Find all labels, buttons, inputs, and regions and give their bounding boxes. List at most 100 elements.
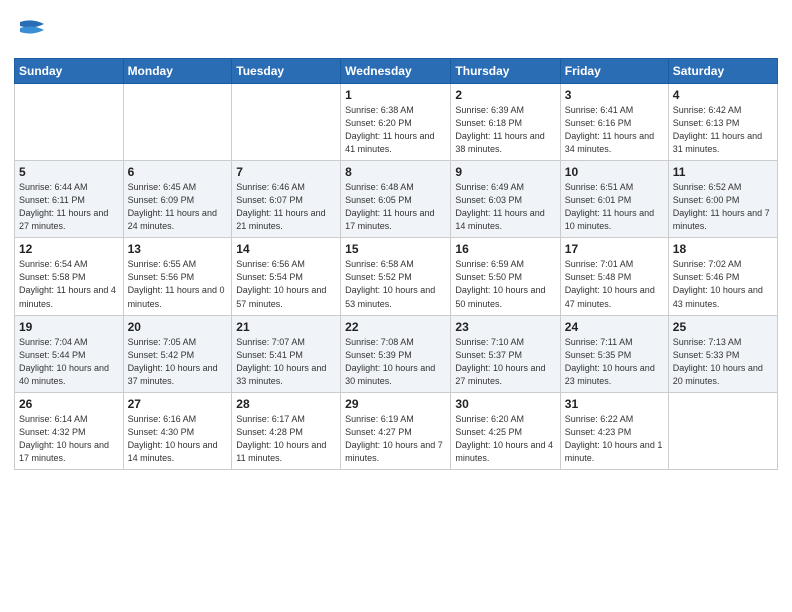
day-number: 23 (455, 320, 555, 334)
day-info: Sunrise: 6:59 AM Sunset: 5:50 PM Dayligh… (455, 258, 555, 310)
calendar-day-cell: 7 Sunrise: 6:46 AM Sunset: 6:07 PM Daylig… (232, 161, 341, 238)
day-info: Sunrise: 6:49 AM Sunset: 6:03 PM Dayligh… (455, 181, 555, 233)
calendar-day-cell: 26 Sunrise: 6:14 AM Sunset: 4:32 PM Dayli… (15, 392, 124, 469)
header (14, 10, 778, 52)
day-info: Sunrise: 6:45 AM Sunset: 6:09 PM Dayligh… (128, 181, 228, 233)
day-number: 16 (455, 242, 555, 256)
calendar-week-row: 1Sunrise: 6:38 AM Sunset: 6:20 PM Daylig… (15, 84, 778, 161)
day-info: Sunrise: 6:14 AM Sunset: 4:32 PM Dayligh… (19, 413, 119, 465)
day-info: Sunrise: 6:44 AM Sunset: 6:11 PM Dayligh… (19, 181, 119, 233)
calendar-week-row: 5 Sunrise: 6:44 AM Sunset: 6:11 PM Daylig… (15, 161, 778, 238)
day-info: Sunrise: 6:19 AM Sunset: 4:27 PM Dayligh… (345, 413, 446, 465)
day-number: 27 (128, 397, 228, 411)
day-info: Sunrise: 6:58 AM Sunset: 5:52 PM Dayligh… (345, 258, 446, 310)
day-number: 2 (455, 88, 555, 102)
calendar-table: SundayMondayTuesdayWednesdayThursdayFrid… (14, 58, 778, 470)
day-number: 4 (673, 88, 773, 102)
day-info: Sunrise: 7:10 AM Sunset: 5:37 PM Dayligh… (455, 336, 555, 388)
day-info: Sunrise: 6:22 AM Sunset: 4:23 PM Dayligh… (565, 413, 664, 465)
day-number: 1 (345, 88, 446, 102)
calendar-day-cell: 14 Sunrise: 6:56 AM Sunset: 5:54 PM Dayli… (232, 238, 341, 315)
calendar-header-wednesday: Wednesday (341, 59, 451, 84)
calendar-day-cell: 21 Sunrise: 7:07 AM Sunset: 5:41 PM Dayli… (232, 315, 341, 392)
day-info: Sunrise: 7:02 AM Sunset: 5:46 PM Dayligh… (673, 258, 773, 310)
day-number: 6 (128, 165, 228, 179)
calendar-week-row: 19Sunrise: 7:04 AM Sunset: 5:44 PM Dayli… (15, 315, 778, 392)
calendar-day-cell: 27 Sunrise: 6:16 AM Sunset: 4:30 PM Dayli… (123, 392, 232, 469)
day-number: 29 (345, 397, 446, 411)
day-number: 20 (128, 320, 228, 334)
day-number: 11 (673, 165, 773, 179)
calendar-week-row: 26 Sunrise: 6:14 AM Sunset: 4:32 PM Dayli… (15, 392, 778, 469)
day-info: Sunrise: 6:41 AM Sunset: 6:16 PM Dayligh… (565, 104, 664, 156)
calendar-day-cell: 23 Sunrise: 7:10 AM Sunset: 5:37 PM Dayli… (451, 315, 560, 392)
day-info: Sunrise: 7:05 AM Sunset: 5:42 PM Dayligh… (128, 336, 228, 388)
day-number: 19 (19, 320, 119, 334)
logo-icon (14, 14, 52, 52)
day-number: 10 (565, 165, 664, 179)
day-number: 21 (236, 320, 336, 334)
calendar-day-cell: 31 Sunrise: 6:22 AM Sunset: 4:23 PM Dayli… (560, 392, 668, 469)
day-number: 3 (565, 88, 664, 102)
calendar-header-tuesday: Tuesday (232, 59, 341, 84)
day-info: Sunrise: 7:08 AM Sunset: 5:39 PM Dayligh… (345, 336, 446, 388)
day-number: 30 (455, 397, 555, 411)
day-info: Sunrise: 6:16 AM Sunset: 4:30 PM Dayligh… (128, 413, 228, 465)
day-info: Sunrise: 6:54 AM Sunset: 5:58 PM Dayligh… (19, 258, 119, 310)
day-info: Sunrise: 6:56 AM Sunset: 5:54 PM Dayligh… (236, 258, 336, 310)
day-info: Sunrise: 7:13 AM Sunset: 5:33 PM Dayligh… (673, 336, 773, 388)
calendar-day-cell: 8 Sunrise: 6:48 AM Sunset: 6:05 PM Daylig… (341, 161, 451, 238)
calendar-day-cell: 15 Sunrise: 6:58 AM Sunset: 5:52 PM Dayli… (341, 238, 451, 315)
calendar-day-cell: 1Sunrise: 6:38 AM Sunset: 6:20 PM Daylig… (341, 84, 451, 161)
day-number: 15 (345, 242, 446, 256)
day-number: 17 (565, 242, 664, 256)
day-info: Sunrise: 6:55 AM Sunset: 5:56 PM Dayligh… (128, 258, 228, 310)
day-number: 13 (128, 242, 228, 256)
day-info: Sunrise: 7:07 AM Sunset: 5:41 PM Dayligh… (236, 336, 336, 388)
day-info: Sunrise: 6:20 AM Sunset: 4:25 PM Dayligh… (455, 413, 555, 465)
logo (14, 14, 56, 52)
day-info: Sunrise: 6:39 AM Sunset: 6:18 PM Dayligh… (455, 104, 555, 156)
calendar-day-cell: 22 Sunrise: 7:08 AM Sunset: 5:39 PM Dayli… (341, 315, 451, 392)
day-info: Sunrise: 7:01 AM Sunset: 5:48 PM Dayligh… (565, 258, 664, 310)
day-info: Sunrise: 7:11 AM Sunset: 5:35 PM Dayligh… (565, 336, 664, 388)
day-info: Sunrise: 6:48 AM Sunset: 6:05 PM Dayligh… (345, 181, 446, 233)
day-info: Sunrise: 6:52 AM Sunset: 6:00 PM Dayligh… (673, 181, 773, 233)
calendar-day-cell: 19Sunrise: 7:04 AM Sunset: 5:44 PM Dayli… (15, 315, 124, 392)
calendar-day-cell: 16 Sunrise: 6:59 AM Sunset: 5:50 PM Dayli… (451, 238, 560, 315)
calendar-header-friday: Friday (560, 59, 668, 84)
day-number: 31 (565, 397, 664, 411)
calendar-day-cell: 2 Sunrise: 6:39 AM Sunset: 6:18 PM Daylig… (451, 84, 560, 161)
day-number: 7 (236, 165, 336, 179)
calendar-day-cell: 24 Sunrise: 7:11 AM Sunset: 5:35 PM Dayli… (560, 315, 668, 392)
calendar-day-cell: 6 Sunrise: 6:45 AM Sunset: 6:09 PM Daylig… (123, 161, 232, 238)
calendar-day-cell (232, 84, 341, 161)
day-number: 5 (19, 165, 119, 179)
day-number: 26 (19, 397, 119, 411)
day-number: 25 (673, 320, 773, 334)
calendar-header-saturday: Saturday (668, 59, 777, 84)
day-info: Sunrise: 6:42 AM Sunset: 6:13 PM Dayligh… (673, 104, 773, 156)
day-info: Sunrise: 6:51 AM Sunset: 6:01 PM Dayligh… (565, 181, 664, 233)
day-number: 14 (236, 242, 336, 256)
day-number: 9 (455, 165, 555, 179)
calendar-day-cell: 3 Sunrise: 6:41 AM Sunset: 6:16 PM Daylig… (560, 84, 668, 161)
day-info: Sunrise: 6:46 AM Sunset: 6:07 PM Dayligh… (236, 181, 336, 233)
calendar-header-thursday: Thursday (451, 59, 560, 84)
calendar-header-monday: Monday (123, 59, 232, 84)
calendar-day-cell: 13 Sunrise: 6:55 AM Sunset: 5:56 PM Dayli… (123, 238, 232, 315)
page: SundayMondayTuesdayWednesdayThursdayFrid… (0, 0, 792, 612)
calendar-header-row: SundayMondayTuesdayWednesdayThursdayFrid… (15, 59, 778, 84)
calendar-day-cell: 18Sunrise: 7:02 AM Sunset: 5:46 PM Dayli… (668, 238, 777, 315)
day-number: 12 (19, 242, 119, 256)
day-number: 8 (345, 165, 446, 179)
calendar-day-cell: 17 Sunrise: 7:01 AM Sunset: 5:48 PM Dayli… (560, 238, 668, 315)
calendar-day-cell: 29 Sunrise: 6:19 AM Sunset: 4:27 PM Dayli… (341, 392, 451, 469)
calendar-day-cell (123, 84, 232, 161)
calendar-day-cell: 4 Sunrise: 6:42 AM Sunset: 6:13 PM Daylig… (668, 84, 777, 161)
day-number: 28 (236, 397, 336, 411)
day-number: 24 (565, 320, 664, 334)
calendar-header-sunday: Sunday (15, 59, 124, 84)
day-number: 22 (345, 320, 446, 334)
calendar-week-row: 12 Sunrise: 6:54 AM Sunset: 5:58 PM Dayli… (15, 238, 778, 315)
